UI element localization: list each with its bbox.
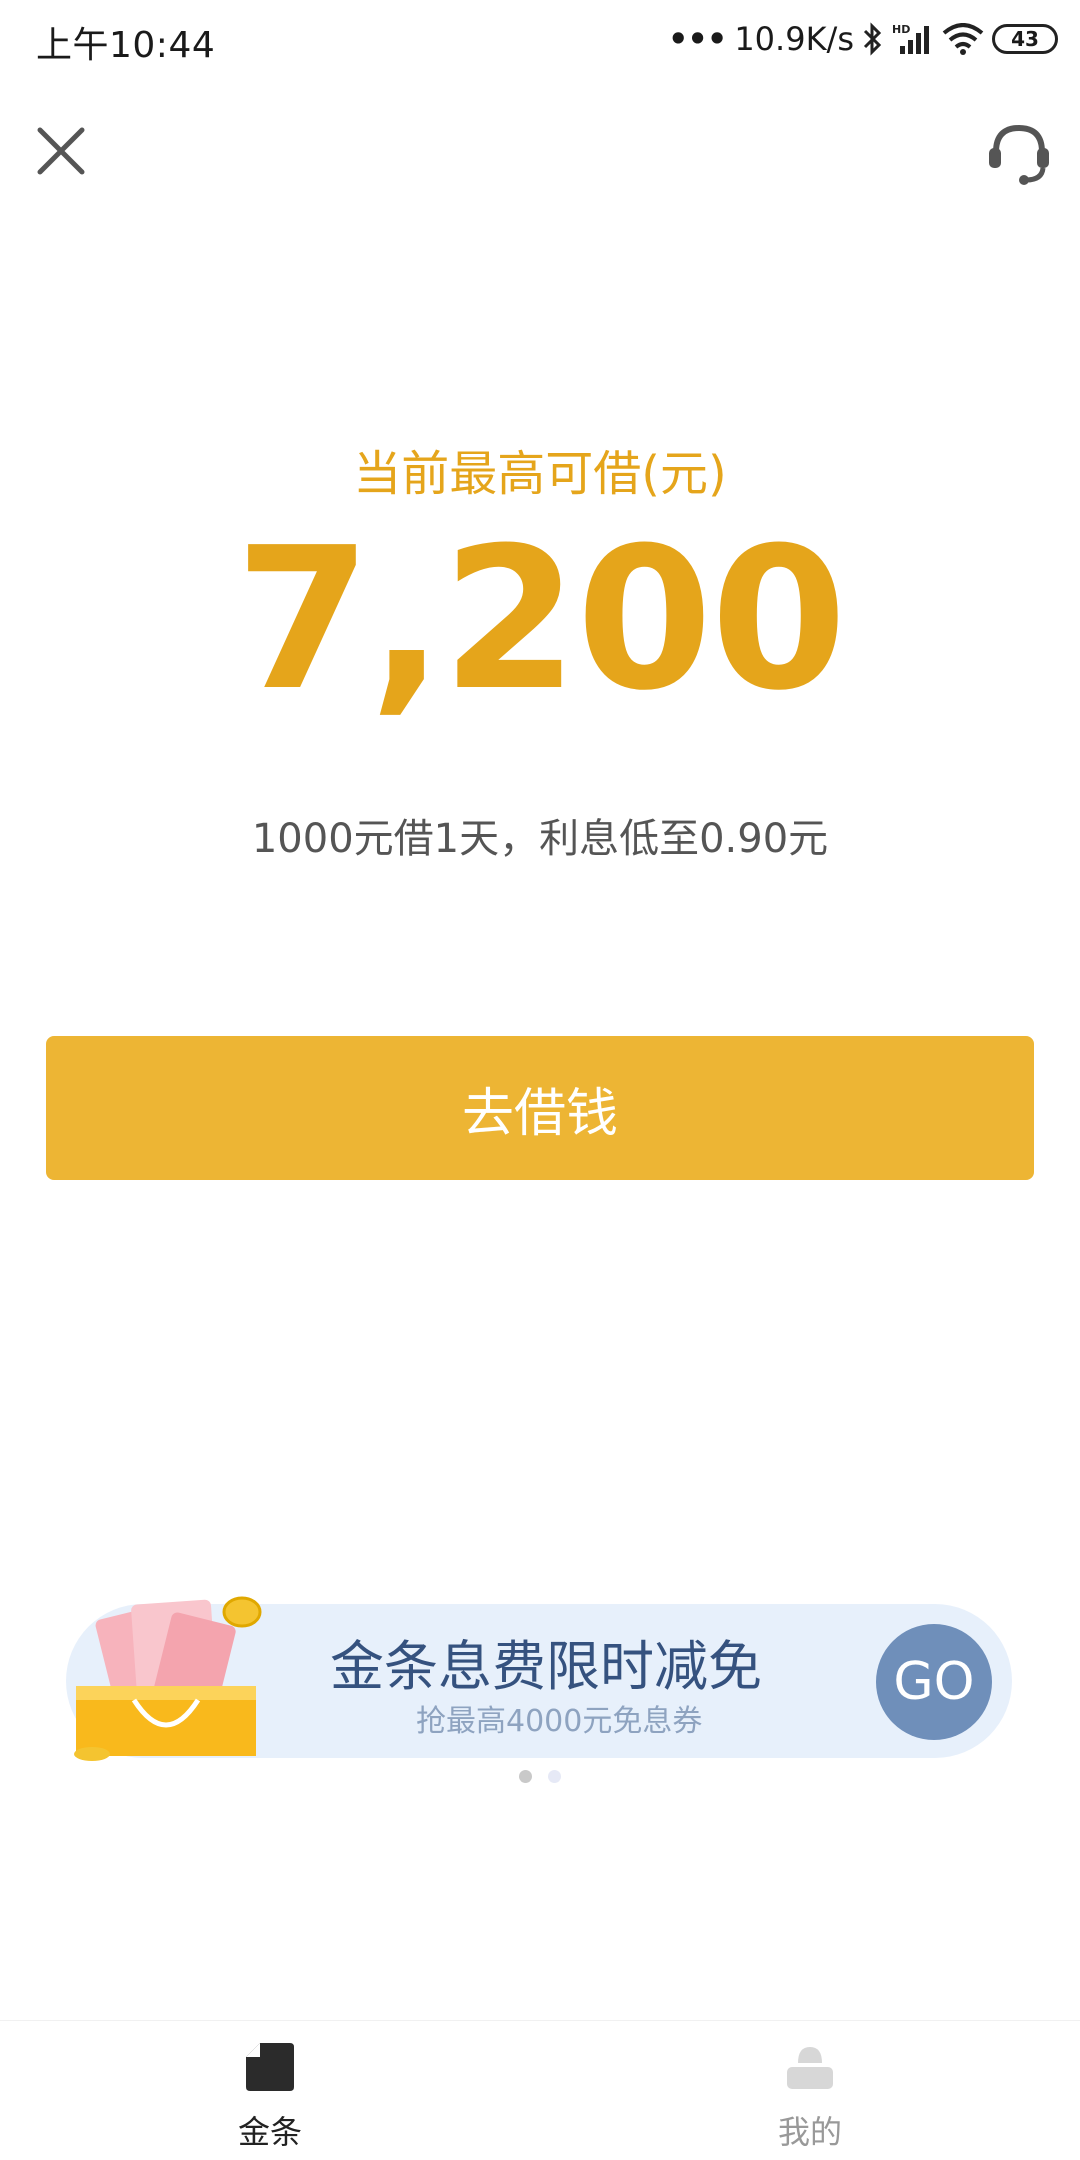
jintiao-icon bbox=[246, 2043, 294, 2091]
close-icon bbox=[37, 127, 85, 175]
wifi-icon bbox=[942, 23, 984, 55]
bottom-tab-bar: 金条 我的 bbox=[0, 2020, 1080, 2160]
close-button[interactable] bbox=[32, 122, 90, 180]
bluetooth-icon bbox=[862, 22, 884, 56]
limit-label: 当前最高可借(元) bbox=[353, 446, 727, 502]
banner-pager bbox=[0, 1770, 1080, 1783]
tab-label: 我的 bbox=[777, 2113, 842, 2151]
battery-icon: 43 bbox=[992, 24, 1058, 54]
network-speed: 10.9K/s bbox=[734, 20, 854, 58]
pager-dot-active bbox=[519, 1770, 532, 1783]
money-bag-illustration bbox=[74, 1596, 262, 1761]
more-dots-icon: ••• bbox=[667, 20, 727, 58]
promo-banner[interactable]: 金条息费限时减免 抢最高4000元免息券 GO bbox=[66, 1596, 1012, 1761]
banner-go-button[interactable]: GO bbox=[876, 1624, 992, 1740]
customer-service-button[interactable] bbox=[984, 118, 1054, 188]
status-bar: 上午10:44 ••• 10.9K/s HD 43 bbox=[0, 0, 1080, 78]
battery-level: 43 bbox=[1011, 27, 1039, 51]
status-icons: ••• 10.9K/s HD 43 bbox=[668, 14, 1058, 64]
svg-text:HD: HD bbox=[892, 23, 910, 36]
tab-me[interactable]: 我的 bbox=[710, 2021, 910, 2160]
banner-title: 金条息费限时减免 bbox=[330, 1635, 762, 1698]
status-time: 上午10:44 bbox=[36, 25, 216, 66]
limit-amount: 7,200 bbox=[235, 506, 847, 734]
tab-jintiao[interactable]: 金条 bbox=[170, 2021, 370, 2160]
loan-home-screen: 上午10:44 ••• 10.9K/s HD 43 当前最高可借(元) 7,20… bbox=[0, 0, 1080, 2160]
borrow-button[interactable]: 去借钱 bbox=[46, 1036, 1034, 1180]
hd-signal-icon: HD bbox=[892, 22, 934, 56]
customer-service-headset-icon bbox=[989, 124, 1049, 185]
tab-label: 金条 bbox=[237, 2113, 302, 2151]
banner-subtitle: 抢最高4000元免息券 bbox=[416, 1704, 703, 1739]
interest-note: 1000元借1天，利息低至0.90元 bbox=[251, 816, 829, 862]
profile-icon bbox=[787, 2047, 833, 2089]
pager-dot bbox=[548, 1770, 561, 1783]
